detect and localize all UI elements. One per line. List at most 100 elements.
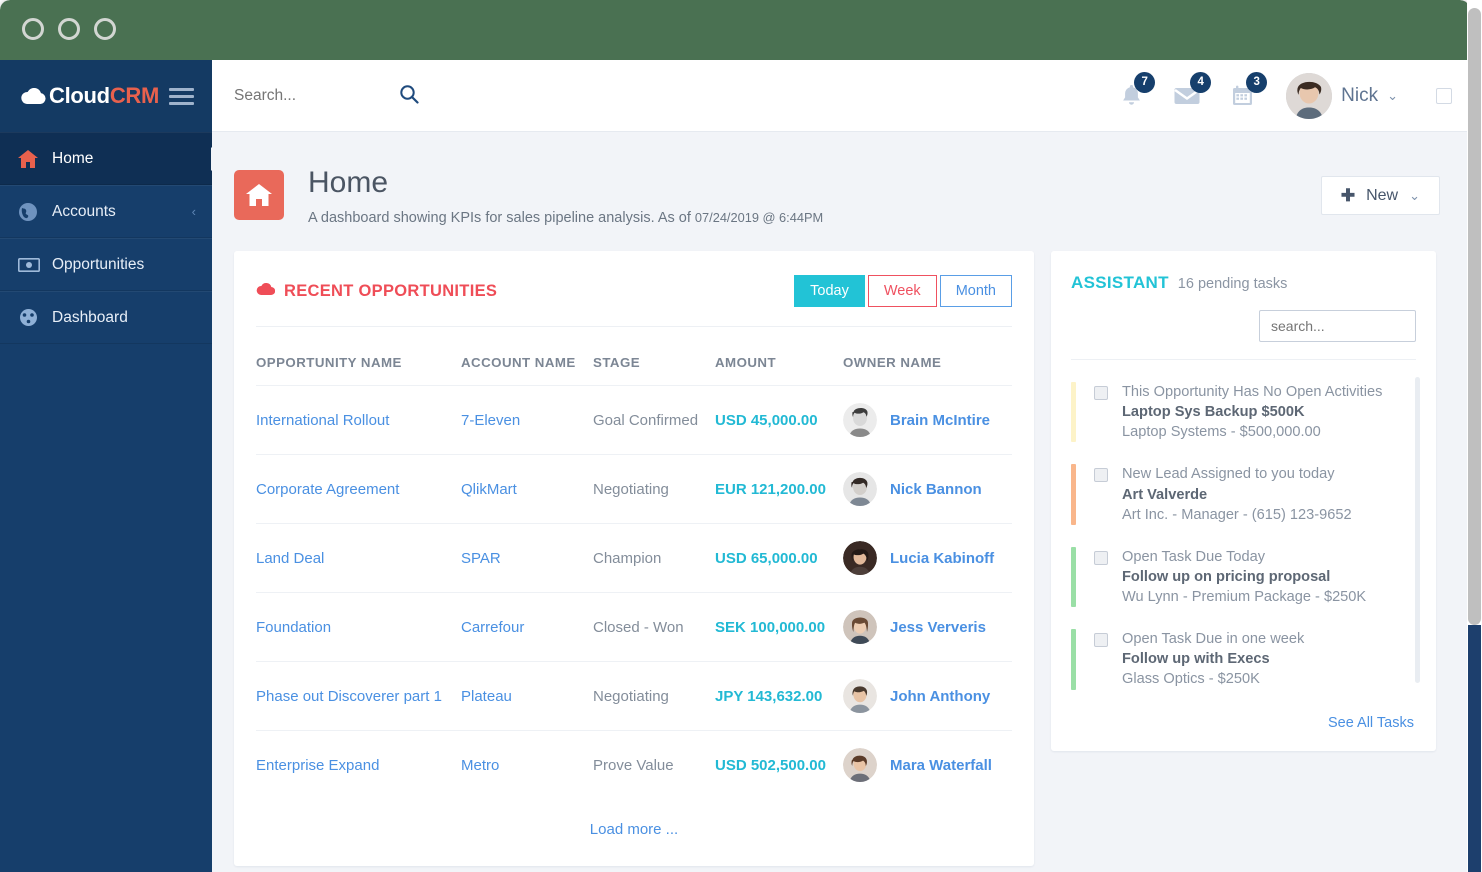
sidebar-item-dashboard[interactable]: Dashboard [0,291,212,344]
sidebar-item-opportunities[interactable]: Opportunities [0,238,212,291]
scrollbar-thumb[interactable] [1468,8,1481,625]
opportunity-link[interactable]: Enterprise Expand [256,757,379,774]
envelope-icon[interactable]: 4 [1170,71,1212,113]
window-dot-minimize[interactable] [58,18,80,40]
page-timestamp: 07/24/2019 @ 6:44PM [694,210,824,225]
recent-opportunities-card: RECENT OPPORTUNITIES Today Week Month OP… [234,251,1034,866]
opportunity-link[interactable]: Phase out Discoverer part 1 [256,688,442,705]
task-body: New Lead Assigned to you today Art Valve… [1122,464,1352,524]
search-icon[interactable] [399,84,419,107]
list-item[interactable]: Open Task Due in one week Follow up with… [1071,620,1416,698]
stage-text: Negotiating [593,480,669,498]
account-link[interactable]: Carrefour [461,619,524,636]
task-accent-bar [1071,546,1076,608]
sidebar-item-accounts[interactable]: Accounts ‹ [0,185,212,238]
task-checkbox[interactable] [1094,633,1108,648]
opportunity-link[interactable]: Foundation [256,619,331,636]
avatar [843,748,877,782]
load-more-link[interactable]: Load more ... [256,799,1012,848]
user-name: Nick [1341,84,1379,106]
new-button[interactable]: ✚ New ⌄ [1320,176,1440,215]
window-dot-maximize[interactable] [94,18,116,40]
task-title: Art Valverde [1122,486,1208,503]
see-all-tasks-link[interactable]: See All Tasks [1071,703,1416,735]
opportunity-link[interactable]: Land Deal [256,550,324,567]
owner-name[interactable]: Nick Bannon [890,481,982,498]
table-row[interactable]: Corporate Agreement QlikMart Negotiating… [256,454,1012,524]
stage-text: Negotiating [593,687,669,705]
table-row[interactable]: Phase out Discoverer part 1 Plateau Nego… [256,661,1012,731]
account-link[interactable]: QlikMart [461,481,517,498]
amount-text: SEK 100,000.00 [715,618,826,636]
hamburger-icon[interactable] [169,87,194,105]
amount-text: USD 45,000.00 [715,411,818,429]
owner-cell[interactable]: John Anthony [843,679,1006,713]
money-icon [18,257,44,272]
sidebar-item-home[interactable]: Home [0,132,212,185]
table-row[interactable]: Enterprise Expand Metro Prove Value USD … [256,730,1012,799]
owner-name[interactable]: Mara Waterfall [890,757,992,774]
owner-cell[interactable]: Jess Ververis [843,610,1006,644]
cloud-icon [256,282,276,301]
table-row[interactable]: Foundation Carrefour Closed - Won SEK 10… [256,592,1012,662]
opportunity-link[interactable]: Corporate Agreement [256,481,399,498]
owner-cell[interactable]: Brain McIntire [843,403,1006,437]
filter-today-button[interactable]: Today [794,275,865,307]
owner-name[interactable]: Lucia Kabinoff [890,550,994,567]
home-icon [18,149,44,168]
filter-week-button[interactable]: Week [867,275,937,307]
user-menu[interactable]: Nick ⌄ [1286,72,1398,119]
account-link[interactable]: SPAR [461,550,501,567]
brand-logo[interactable]: Cloud CRM [20,83,159,109]
scrollbar-track-bottom[interactable] [1468,625,1481,872]
envelope-badge: 4 [1190,71,1212,93]
panel-toggle-button[interactable] [1436,87,1452,104]
assistant-pending-count: 16 pending tasks [1177,276,1288,292]
sidebar: Cloud CRM Home Accounts ‹ Opportunities … [0,60,212,872]
filter-month-button[interactable]: Month [939,275,1012,307]
card-title-text: RECENT OPPORTUNITIES [284,281,498,300]
bell-badge: 7 [1134,71,1156,93]
list-item[interactable]: This Opportunity Has No Open Activities … [1071,373,1416,451]
owner-name[interactable]: John Anthony [890,688,990,705]
avatar [843,541,877,575]
calendar-icon[interactable]: 3 [1226,71,1268,113]
page-scrollbar[interactable] [1467,0,1482,872]
amount-text: JPY 143,632.00 [715,687,823,705]
task-checkbox[interactable] [1094,386,1108,400]
task-checkbox[interactable] [1094,468,1108,483]
page-content: Home A dashboard showing KPIs for sales … [212,132,1470,872]
dashboard-row-1: RECENT OPPORTUNITIES Today Week Month OP… [212,226,1470,866]
table-row[interactable]: International Rollout 7-Eleven Goal Conf… [256,385,1012,455]
opportunity-link[interactable]: International Rollout [256,412,389,429]
owner-cell[interactable]: Lucia Kabinoff [843,541,1006,575]
task-accent-bar [1071,629,1076,690]
page-subtitle: A dashboard showing KPIs for sales pipel… [308,210,823,226]
owner-name[interactable]: Jess Ververis [890,619,986,636]
task-body: This Opportunity Has No Open Activities … [1122,382,1382,442]
sidebar-item-label: Home [52,149,94,167]
assistant-card: ASSISTANT 16 pending tasks search... Thi… [1051,251,1436,751]
list-item[interactable]: New Lead Assigned to you today Art Valve… [1071,455,1416,533]
task-detail: Art Inc. - Manager - (615) 123-9652 [1122,506,1352,523]
table-row[interactable]: Land Deal SPAR Champion USD 65,000.00 Lu… [256,523,1012,593]
chevron-down-icon: ⌄ [1387,87,1398,103]
owner-cell[interactable]: Mara Waterfall [843,748,1006,782]
owner-cell[interactable]: Nick Bannon [843,472,1006,506]
account-link[interactable]: Plateau [461,688,512,705]
window-dot-close[interactable] [22,18,44,40]
account-link[interactable]: 7-Eleven [461,412,520,429]
bell-icon[interactable]: 7 [1114,71,1156,113]
sidebar-item-label: Dashboard [52,308,128,326]
chevron-left-icon[interactable]: ‹ [192,204,196,219]
assistant-search-input[interactable] [1259,310,1416,342]
task-checkbox[interactable] [1094,550,1108,565]
list-item[interactable]: Open Task Due Today Follow up on pricing… [1071,538,1416,616]
avatar [843,679,877,713]
page-header-text: Home A dashboard showing KPIs for sales … [308,166,823,226]
account-link[interactable]: Metro [461,757,499,774]
owner-name[interactable]: Brain McIntire [890,412,990,429]
sidebar-brand-row: Cloud CRM [0,60,212,132]
search-input[interactable] [234,86,399,105]
task-accent-bar [1071,382,1076,443]
